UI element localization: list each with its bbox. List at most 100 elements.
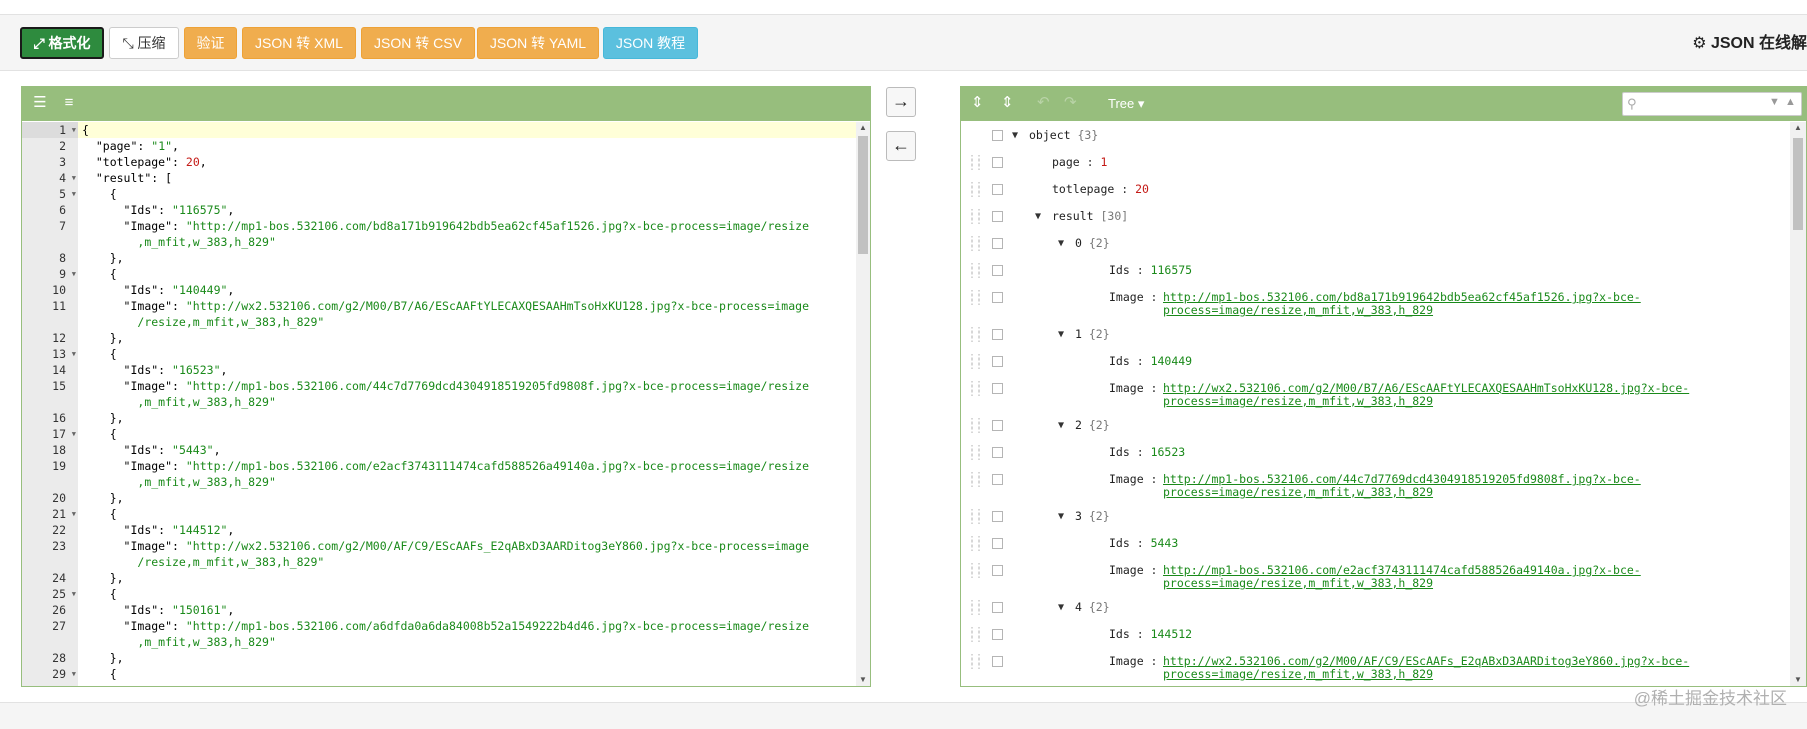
image-url-link[interactable]: http://wx2.532106.com/g2/M00/AF/C9/EScAA…: [1163, 655, 1689, 681]
tree-row-totlepage[interactable]: :::::: totlepage : 20: [961, 176, 1790, 203]
row-menu-checkbox[interactable]: [992, 420, 1003, 431]
fold-arrow-icon[interactable]: ▼: [72, 186, 76, 202]
drag-handle-icon[interactable]: ::::::: [969, 561, 982, 581]
row-menu-checkbox[interactable]: [992, 184, 1003, 195]
scroll-up-arrow-icon[interactable]: ▲: [1791, 122, 1805, 134]
drag-handle-icon[interactable]: ::::::: [969, 234, 982, 254]
tree-row-image[interactable]: :::::: Image : http://mp1-bos.532106.com/e…: [961, 557, 1790, 594]
expand-toggle-icon[interactable]: ▼: [1058, 594, 1064, 621]
fold-arrow-icon[interactable]: ▼: [72, 506, 76, 522]
json-to-yaml-button[interactable]: JSON 转 YAML: [477, 27, 599, 59]
tree-row-item[interactable]: :::::: ▼ 0 {2}: [961, 230, 1790, 257]
tree-row-root[interactable]: ▼ object {3}: [961, 122, 1790, 149]
validate-button[interactable]: 验证: [184, 27, 237, 59]
drag-handle-icon[interactable]: ::::::: [969, 470, 982, 490]
drag-handle-icon[interactable]: ::::::: [969, 261, 982, 281]
row-menu-checkbox[interactable]: [992, 238, 1003, 249]
mode-dropdown[interactable]: Tree ▾: [1108, 96, 1144, 112]
json-to-xml-button[interactable]: JSON 转 XML: [242, 27, 356, 59]
tree-search-input[interactable]: ⚲ ▼ ▲: [1622, 92, 1802, 116]
row-menu-checkbox[interactable]: [992, 157, 1003, 168]
scroll-down-arrow-icon[interactable]: ▼: [856, 674, 870, 686]
drag-handle-icon[interactable]: ::::::: [969, 379, 982, 399]
drag-handle-icon[interactable]: ::::::: [969, 507, 982, 527]
drag-handle-icon[interactable]: ::::::: [969, 416, 982, 436]
expand-toggle-icon[interactable]: ▼: [1058, 503, 1064, 530]
row-menu-checkbox[interactable]: [992, 265, 1003, 276]
scrollbar-thumb[interactable]: [1793, 138, 1803, 230]
row-menu-checkbox[interactable]: [992, 329, 1003, 340]
copy-to-left-button[interactable]: ←: [886, 131, 916, 161]
expand-toggle-icon[interactable]: ▼: [1058, 230, 1064, 257]
expand-toggle-icon[interactable]: ▼: [1035, 203, 1041, 230]
tree-row-image[interactable]: :::::: Image : http://wx2.532106.com/g2/M0…: [961, 375, 1790, 412]
drag-handle-icon[interactable]: ::::::: [969, 288, 982, 308]
image-url-link[interactable]: http://mp1-bos.532106.com/bd8a171b919642…: [1163, 291, 1641, 317]
fold-arrow-icon[interactable]: ▼: [72, 426, 76, 442]
drag-handle-icon[interactable]: ::::::: [969, 180, 982, 200]
row-menu-checkbox[interactable]: [992, 130, 1003, 141]
row-menu-checkbox[interactable]: [992, 447, 1003, 458]
search-prev-icon[interactable]: ▲: [1785, 96, 1796, 108]
drag-handle-icon[interactable]: ::::::: [969, 598, 982, 618]
collapse-all-icon[interactable]: ⇕: [1001, 95, 1014, 111]
compact-icon[interactable]: ≡: [60, 95, 78, 111]
tree-row-ids[interactable]: :::::: Ids : 144512: [961, 621, 1790, 648]
compress-button[interactable]: ⤡ 压缩: [109, 27, 179, 59]
code-area[interactable]: { "page": "1", "totlepage": 20, "result"…: [78, 122, 856, 686]
tree-row-item[interactable]: :::::: ▼ 4 {2}: [961, 594, 1790, 621]
row-menu-checkbox[interactable]: [992, 565, 1003, 576]
drag-handle-icon[interactable]: ::::::: [969, 325, 982, 345]
tree-row-page[interactable]: :::::: page : 1: [961, 149, 1790, 176]
fold-arrow-icon[interactable]: ▼: [72, 586, 76, 602]
tree-row-item[interactable]: :::::: ▼ 3 {2}: [961, 503, 1790, 530]
fold-arrow-icon[interactable]: ▼: [72, 666, 76, 682]
row-menu-checkbox[interactable]: [992, 211, 1003, 222]
expand-all-icon[interactable]: ⇕: [971, 95, 984, 111]
scroll-down-arrow-icon[interactable]: ▼: [1791, 674, 1805, 686]
search-next-icon[interactable]: ▼: [1769, 96, 1780, 108]
row-menu-checkbox[interactable]: [992, 511, 1003, 522]
expand-toggle-icon[interactable]: ▼: [1012, 122, 1018, 149]
tree-scrollbar[interactable]: ▲ ▼: [1790, 122, 1806, 686]
row-menu-checkbox[interactable]: [992, 356, 1003, 367]
drag-handle-icon[interactable]: ::::::: [969, 652, 982, 672]
redo-icon[interactable]: ↷: [1064, 95, 1077, 111]
code-editor[interactable]: 1 ▼ 2 3 4 ▼ 5 ▼ 6 7 8 9 ▼ 10 11 12 13 ▼ 14 15 16 17 ▼ 18 19 20 21 ▼…: [22, 122, 870, 686]
scrollbar-thumb[interactable]: [858, 136, 868, 254]
json-tutorial-button[interactable]: JSON 教程: [603, 27, 698, 59]
json-tree[interactable]: ▼ object {3}:::::: page : 1:::::: totlepage…: [961, 122, 1790, 686]
undo-icon[interactable]: ↶: [1037, 95, 1050, 111]
tree-row-item[interactable]: :::::: ▼ 1 {2}: [961, 321, 1790, 348]
row-menu-checkbox[interactable]: [992, 538, 1003, 549]
format-button[interactable]: ⤢ 格式化: [20, 27, 104, 59]
fold-arrow-icon[interactable]: ▼: [72, 122, 76, 138]
tree-row-ids[interactable]: :::::: Ids : 116575: [961, 257, 1790, 284]
drag-handle-icon[interactable]: ::::::: [969, 625, 982, 645]
drag-handle-icon[interactable]: ::::::: [969, 443, 982, 463]
drag-handle-icon[interactable]: ::::::: [969, 534, 982, 554]
row-menu-checkbox[interactable]: [992, 292, 1003, 303]
row-menu-checkbox[interactable]: [992, 656, 1003, 667]
tree-row-ids[interactable]: :::::: Ids : 16523: [961, 439, 1790, 466]
tree-row-ids[interactable]: :::::: Ids : 140449: [961, 348, 1790, 375]
image-url-link[interactable]: http://mp1-bos.532106.com/e2acf374311147…: [1163, 564, 1641, 590]
expand-toggle-icon[interactable]: ▼: [1058, 412, 1064, 439]
row-menu-checkbox[interactable]: [992, 629, 1003, 640]
copy-to-right-button[interactable]: →: [886, 87, 916, 117]
drag-handle-icon[interactable]: ::::::: [969, 207, 982, 227]
tree-row-image[interactable]: :::::: Image : http://wx2.532106.com/g2/M0…: [961, 648, 1790, 685]
drag-handle-icon[interactable]: ::::::: [969, 153, 982, 173]
tree-row-result[interactable]: :::::: ▼ result [30]: [961, 203, 1790, 230]
format-indent-icon[interactable]: ☰: [31, 95, 49, 111]
row-menu-checkbox[interactable]: [992, 383, 1003, 394]
image-url-link[interactable]: http://mp1-bos.532106.com/44c7d7769dcd43…: [1163, 473, 1641, 499]
tree-row-ids[interactable]: :::::: Ids : 5443: [961, 530, 1790, 557]
row-menu-checkbox[interactable]: [992, 602, 1003, 613]
tree-row-image[interactable]: :::::: Image : http://mp1-bos.532106.com/b…: [961, 284, 1790, 321]
json-to-csv-button[interactable]: JSON 转 CSV: [361, 27, 475, 59]
fold-arrow-icon[interactable]: ▼: [72, 346, 76, 362]
tree-row-item[interactable]: :::::: ▼ 2 {2}: [961, 412, 1790, 439]
row-menu-checkbox[interactable]: [992, 474, 1003, 485]
tree-row-image[interactable]: :::::: Image : http://mp1-bos.532106.com/4…: [961, 466, 1790, 503]
